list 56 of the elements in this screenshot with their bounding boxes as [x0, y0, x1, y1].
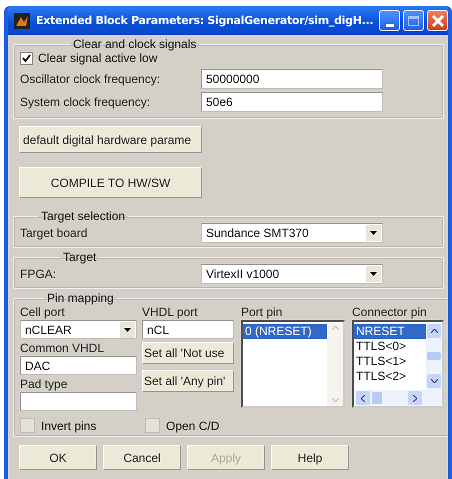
checkbox-label: Clear signal active low [38, 51, 158, 65]
group-title: Target selection [40, 210, 126, 223]
scroll-thumb[interactable] [427, 352, 441, 360]
checkbox[interactable] [20, 418, 35, 433]
input-field[interactable]: 50e6 [201, 92, 383, 112]
field-label: Common VHDL [20, 341, 106, 356]
field-label: FPGA: [20, 267, 58, 281]
list-item[interactable]: TTLS<2> [354, 369, 426, 384]
app-icon [14, 12, 30, 28]
close-icon[interactable] [430, 14, 444, 28]
action-button[interactable]: COMPILE TO HW/SW [19, 167, 202, 198]
dialog-button[interactable]: OK [19, 445, 97, 470]
checkbox-label: Open C/D [166, 418, 220, 432]
dialog-button[interactable]: Help [271, 445, 349, 470]
field-label: Oscillator clock frequency: [20, 72, 162, 86]
field-label: Cell port [20, 305, 66, 320]
input-field[interactable]: 50000000 [201, 69, 383, 89]
list-item[interactable]: TTLS<1> [354, 354, 426, 369]
chevron-down-icon[interactable] [430, 379, 438, 383]
checkbox-label: Invert pins [41, 418, 96, 432]
list-box[interactable]: 0 (NRESET) [241, 320, 345, 408]
set-all-button[interactable]: Set all 'Any pin' [142, 370, 234, 392]
group-title: Pin mapping [46, 292, 115, 305]
list-item[interactable]: TTLS<0> [354, 339, 426, 354]
set-all-button[interactable]: Set all 'Not use [142, 342, 234, 364]
dropdown[interactable]: VirtexII v1000 [201, 264, 383, 284]
list-item[interactable]: NRESET [354, 324, 426, 339]
group-title: Clear and clock signals [72, 38, 198, 51]
checkbox[interactable] [145, 418, 160, 433]
list-label: Connector pin [352, 305, 428, 320]
field-label: System clock frequency: [20, 95, 152, 109]
checkbox[interactable] [20, 52, 33, 64]
input-field[interactable] [20, 392, 137, 411]
maximize-button[interactable] [403, 10, 424, 31]
input-field[interactable]: nCL [142, 320, 234, 339]
field-label: VHDL port [142, 305, 199, 320]
list-box[interactable]: NRESET TTLS<0> TTLS<1> TTLS<2> [352, 320, 444, 408]
chevron-up-icon[interactable] [430, 329, 438, 333]
chevron-left-icon[interactable] [361, 394, 365, 402]
dropdown[interactable]: Sundance SMT370 [201, 223, 383, 243]
chevron-right-icon[interactable] [413, 394, 417, 402]
close-button[interactable] [427, 10, 448, 31]
dropdown[interactable]: nCLEAR [20, 320, 137, 339]
group-title: Target [62, 251, 98, 264]
list-item[interactable]: 0 (NRESET) [243, 324, 327, 339]
scrollbar[interactable] [426, 322, 442, 390]
minimize-button[interactable] [379, 10, 400, 31]
action-button[interactable]: default digital hardware parame [19, 126, 202, 153]
field-label: Target board [20, 226, 88, 240]
window-title: Extended Block Parameters: SignalGenerator/sim_digH... [36, 14, 374, 27]
list-label: Port pin [241, 305, 284, 320]
scroll-thumb[interactable] [372, 392, 382, 404]
field-label: Pad type [20, 377, 68, 392]
dialog-button[interactable]: Cancel [103, 445, 181, 470]
scrollbar[interactable] [354, 390, 442, 406]
input-field[interactable]: DAC [20, 356, 137, 375]
